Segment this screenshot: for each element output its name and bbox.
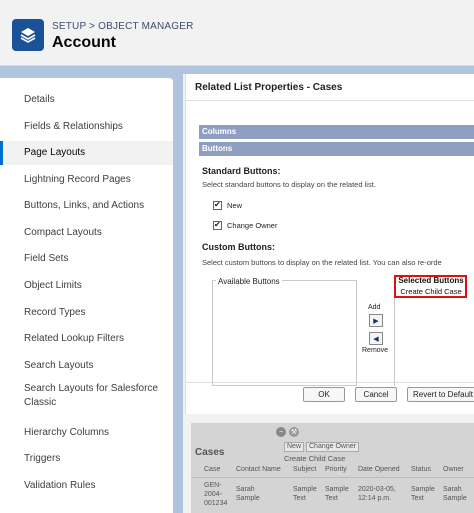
main-content: Related List Properties - Cases Columns … (183, 74, 474, 513)
preview-toolbar: − ⚒ (276, 427, 299, 437)
sidebar-item-fields-relationships[interactable]: Fields & Relationships (0, 115, 173, 139)
table-cell: Sample Text (293, 486, 317, 502)
layers-icon (12, 19, 44, 51)
sidebar-item-search-layouts[interactable]: Search Layouts (0, 354, 173, 378)
column-header-subject: Subject (293, 466, 317, 473)
new-checkbox-row[interactable]: New (213, 200, 243, 210)
selected-buttons-list[interactable] (394, 298, 474, 386)
column-header-date-opened: Date Opened (358, 466, 400, 473)
sidebar-item-hierarchy-columns[interactable]: Hierarchy Columns (0, 421, 173, 445)
selected-buttons-label: Selected Buttons (398, 276, 464, 285)
column-header-owner: Owner (443, 466, 464, 473)
sidebar-item-related-lookup-filters[interactable]: Related Lookup Filters (0, 327, 173, 351)
standard-buttons-title: Standard Buttons: (202, 166, 281, 176)
ok-button[interactable]: OK (303, 387, 345, 402)
sidebar-item-details[interactable]: Details (0, 88, 173, 112)
sidebar-item-field-sets[interactable]: Field Sets (0, 247, 173, 271)
checkbox-label-new: New (227, 201, 243, 210)
columns-section-header[interactable]: Columns (199, 125, 474, 139)
divider (186, 100, 474, 101)
breadcrumb[interactable]: SETUP > OBJECT MANAGER (52, 21, 194, 32)
remove-arrow-button[interactable]: ◀ (369, 332, 383, 345)
column-header-contact-name: Contact Name (236, 466, 281, 473)
column-header-priority: Priority (325, 466, 347, 473)
add-label: Add (368, 304, 381, 311)
available-buttons-label: Available Buttons (216, 277, 282, 286)
sidebar-item-validation-rules[interactable]: Validation Rules (0, 474, 173, 498)
remove-icon[interactable]: − (276, 427, 286, 437)
sidebar-item-triggers[interactable]: Triggers (0, 447, 173, 471)
divider (191, 477, 474, 478)
object-header: SETUP > OBJECT MANAGER Account (0, 0, 474, 66)
sidebar-item-record-types[interactable]: Record Types (0, 301, 173, 325)
available-buttons-list[interactable] (212, 280, 357, 386)
preview-change-owner-button: Change Owner (306, 442, 360, 452)
standard-buttons-hint: Select standard buttons to display on th… (202, 180, 376, 189)
sidebar-item-lightning-record-pages[interactable]: Lightning Record Pages (0, 168, 173, 192)
sidebar-item-object-limits[interactable]: Object Limits (0, 274, 173, 298)
column-header-status: Status (411, 466, 431, 473)
buttons-section-header[interactable]: Buttons (199, 142, 474, 156)
page-title: Account (52, 34, 116, 51)
table-cell: 2020-03-05, 12:14 p.m. (358, 486, 396, 502)
change-owner-checkbox-row[interactable]: Change Owner (213, 220, 278, 230)
column-header-case: Case (204, 466, 221, 473)
sidebar-item-buttons-links-actions[interactable]: Buttons, Links, and Actions (0, 194, 173, 218)
checkbox-checked[interactable] (213, 200, 222, 210)
sidebar-item-compact-layouts[interactable]: Compact Layouts (0, 221, 173, 245)
cancel-button[interactable]: Cancel (355, 387, 397, 402)
preview-new-button: New (284, 442, 305, 452)
table-cell: Sarah Sample (236, 486, 260, 502)
table-cell: Sarah Sample (443, 486, 467, 502)
wrench-icon[interactable]: ⚒ (289, 427, 299, 437)
sidebar: Details Fields & Relationships Page Layo… (0, 78, 173, 513)
sidebar-item-search-layouts-classic[interactable]: Search Layouts for Salesforce Classic (0, 380, 160, 412)
selected-button-create-child-case[interactable]: Create Child Case (395, 287, 467, 296)
preview-create-child-case: Create Child Case (284, 454, 346, 463)
revert-to-default-button[interactable]: Revert to Default (407, 387, 474, 402)
preview-title: Cases (195, 447, 225, 458)
custom-buttons-title: Custom Buttons: (202, 242, 275, 252)
sidebar-item-page-layouts[interactable]: Page Layouts (0, 141, 173, 165)
dialog-title: Related List Properties - Cases (195, 82, 343, 93)
custom-buttons-hint: Select custom buttons to display on the … (202, 258, 442, 267)
divider (186, 382, 474, 383)
checkbox-label-change-owner: Change Owner (227, 221, 278, 230)
remove-label: Remove (362, 347, 389, 354)
table-cell: Sample Text (411, 486, 435, 502)
table-cell: GEN- 2004- 001234 (204, 482, 228, 507)
table-cell: Sample Text (325, 486, 349, 502)
related-list-preview: − ⚒ Cases New Change Owner Create Child … (191, 423, 474, 513)
checkbox-checked[interactable] (213, 220, 222, 230)
related-list-properties-dialog: Related List Properties - Cases Columns … (185, 74, 474, 414)
add-arrow-button[interactable]: ▶ (369, 314, 383, 327)
